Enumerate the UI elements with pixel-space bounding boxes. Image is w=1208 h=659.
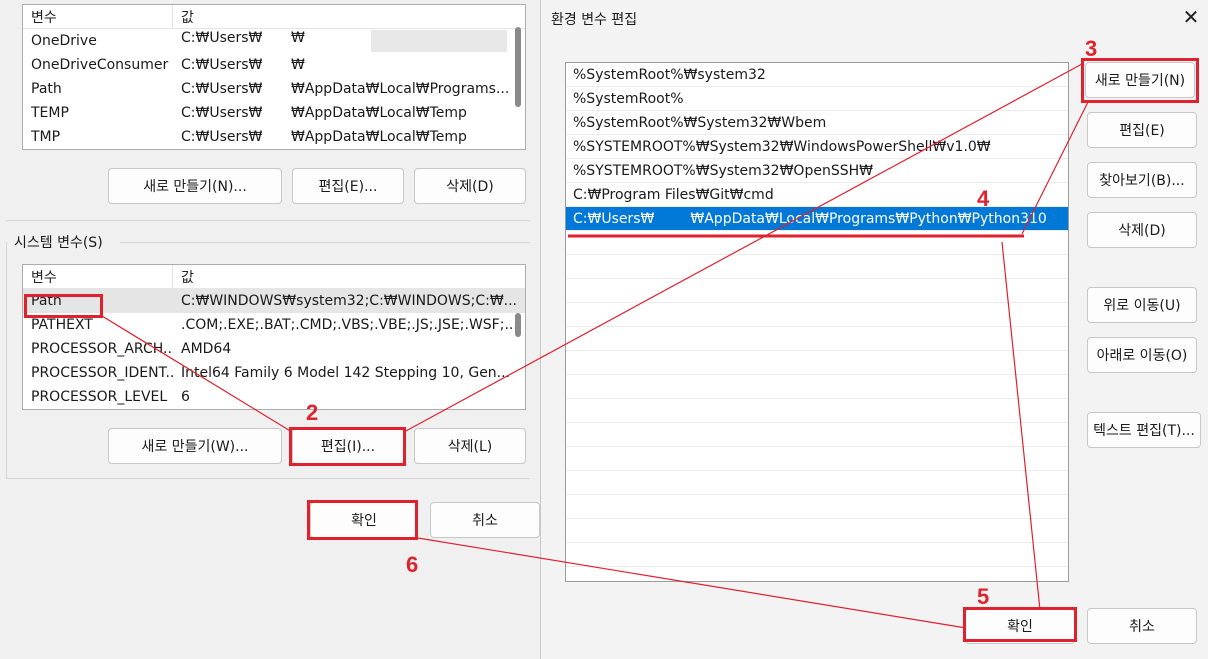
var-name: TEMP [31, 105, 69, 121]
scrollbar[interactable] [515, 27, 521, 107]
empty-row[interactable] [566, 399, 1068, 423]
table-row[interactable]: PROCESSOR_IDENT... Intel64 Family 6 Mode… [23, 361, 525, 385]
user-edit-button[interactable]: 편집(E)... [292, 168, 404, 204]
selected-list-item[interactable]: C:₩Users₩ ₩AppData₩Local₩Programs₩Python… [566, 207, 1068, 231]
system-delete-button[interactable]: 삭제(L) [414, 428, 526, 464]
var-value: Intel64 Family 6 Model 142 Stepping 10, … [181, 365, 511, 381]
list-item[interactable]: %SYSTEMROOT%₩System32₩OpenSSH₩ [566, 159, 1068, 183]
selected-path-prefix: C:₩Users₩ [573, 210, 655, 227]
system-new-button[interactable]: 새로 만들기(W)... [108, 428, 282, 464]
edit-text-button[interactable]: 텍스트 편집(T)... [1087, 412, 1201, 448]
var-value: .COM;.EXE;.BAT;.CMD;.VBS;.VBE;.JS;.JSE;.… [181, 317, 518, 333]
var-value-suffix: ₩AppData₩Local₩Temp [291, 129, 467, 145]
empty-row[interactable] [566, 519, 1068, 543]
annotation-number: 6 [406, 552, 419, 577]
var-name: TMP [31, 129, 61, 145]
empty-row[interactable] [566, 279, 1068, 303]
var-name: Path [31, 81, 62, 97]
cancel-button[interactable]: 취소 [1087, 608, 1197, 644]
empty-row[interactable] [566, 303, 1068, 327]
empty-row[interactable] [566, 495, 1068, 519]
empty-row[interactable] [566, 447, 1068, 471]
table-row[interactable]: TMP C:₩Users₩ ₩AppData₩Local₩Temp [23, 125, 525, 149]
environment-variables-dialog: 변수 값 OneDrive C:₩Users₩ ₩ OneDriveConsume… [0, 0, 540, 659]
redacted-bar [370, 30, 507, 52]
var-value: C:₩Users₩ [181, 57, 263, 73]
var-value-suffix: ₩ [291, 57, 305, 73]
list-item[interactable]: C:₩Program Files₩Git₩cmd [566, 183, 1068, 207]
group-divider [6, 220, 530, 221]
path-delete-button[interactable]: 삭제(D) [1087, 212, 1197, 248]
highlight-ok-button [307, 500, 418, 540]
var-name: OneDriveConsumer [31, 57, 169, 73]
column-header-name[interactable]: 변수 [23, 265, 173, 288]
path-list[interactable]: %SystemRoot%₩system32 %SystemRoot% %Syst… [565, 62, 1069, 582]
highlight-new-button [1081, 58, 1199, 103]
empty-row[interactable] [566, 471, 1068, 495]
user-new-button[interactable]: 새로 만들기(N)... [108, 168, 282, 204]
table-row[interactable]: TEMP C:₩Users₩ ₩AppData₩Local₩Temp [23, 101, 525, 125]
group-divider [120, 242, 530, 243]
annotation-number: 4 [977, 186, 990, 211]
table-row[interactable]: Path C:₩Users₩ ₩AppData₩Local₩Programs... [23, 77, 525, 101]
var-name: OneDrive [31, 33, 97, 49]
list-item[interactable]: %SystemRoot%₩System32₩Wbem [566, 111, 1068, 135]
path-edit-button[interactable]: 편집(E) [1087, 112, 1197, 148]
system-variables-list[interactable]: 변수 값 Path C:₩WINDOWS₩system32;C:₩WINDOWS… [22, 264, 526, 410]
table-row[interactable]: PROCESSOR_LEVEL 6 [23, 385, 525, 409]
column-header-value[interactable]: 값 [173, 7, 194, 27]
selected-path-suffix: ₩AppData₩Local₩Programs₩Python₩Python310 [690, 210, 1047, 227]
group-border [6, 242, 7, 478]
table-row[interactable]: OneDrive C:₩Users₩ ₩ [23, 29, 525, 53]
empty-row[interactable] [566, 423, 1068, 447]
dialog-title: 환경 변수 편집 [551, 12, 638, 28]
group-divider [6, 478, 530, 479]
path-browse-button[interactable]: 찾아보기(B)... [1087, 162, 1197, 198]
cancel-button[interactable]: 취소 [430, 502, 540, 538]
column-header-value[interactable]: 값 [173, 267, 194, 287]
highlight-ok-button-right [963, 607, 1077, 642]
close-icon[interactable]: ✕ [1180, 6, 1202, 28]
annotation-number: 3 [1085, 36, 1098, 61]
var-value: C:₩Users₩ [181, 105, 263, 121]
user-variables-list[interactable]: 변수 값 OneDrive C:₩Users₩ ₩ OneDriveConsume… [22, 4, 526, 150]
empty-row[interactable] [566, 375, 1068, 399]
var-value: C:₩Users₩ [181, 81, 263, 97]
empty-row[interactable] [566, 543, 1068, 567]
var-name: PROCESSOR_ARCH... [31, 341, 173, 357]
var-value: 6 [181, 389, 190, 405]
empty-row[interactable] [566, 231, 1068, 255]
var-value: C:₩Users₩ [181, 30, 263, 46]
list-item[interactable]: %SYSTEMROOT%₩System32₩WindowsPowerShell₩… [566, 135, 1068, 159]
highlight-edit-button [289, 427, 406, 466]
move-up-button[interactable]: 위로 이동(U) [1087, 287, 1197, 323]
list-item[interactable]: %SystemRoot%₩system32 [566, 63, 1068, 87]
var-value-suffix: ₩AppData₩Local₩Programs... [291, 81, 510, 97]
annotation-number: 5 [977, 584, 990, 609]
annotation-number: 2 [306, 400, 319, 425]
var-value: C:₩Users₩ [181, 129, 263, 145]
var-value: C:₩WINDOWS₩system32;C:₩WINDOWS;C:₩... [181, 293, 518, 309]
empty-row[interactable] [566, 255, 1068, 279]
list-header[interactable]: 변수 값 [23, 265, 525, 289]
var-value-suffix: ₩ [291, 30, 305, 46]
system-variables-title: 시스템 변수(S) [14, 232, 107, 252]
user-delete-button[interactable]: 삭제(D) [414, 168, 526, 204]
var-name: PROCESSOR_IDENT... [31, 365, 173, 381]
highlight-path-var [24, 294, 103, 318]
column-header-name[interactable]: 변수 [23, 5, 173, 28]
var-value-suffix: ₩AppData₩Local₩Temp [291, 105, 467, 121]
list-item[interactable]: %SystemRoot% [566, 87, 1068, 111]
list-header[interactable]: 변수 값 [23, 5, 525, 29]
var-value: AMD64 [181, 341, 232, 357]
var-name: PATHEXT [31, 317, 93, 333]
scrollbar[interactable] [515, 313, 521, 337]
move-down-button[interactable]: 아래로 이동(O) [1087, 337, 1197, 373]
var-name: PROCESSOR_LEVEL [31, 389, 168, 405]
table-row[interactable]: OneDriveConsumer C:₩Users₩ ₩ [23, 53, 525, 77]
empty-row[interactable] [566, 327, 1068, 351]
empty-row[interactable] [566, 351, 1068, 375]
table-row[interactable]: PROCESSOR_ARCH... AMD64 [23, 337, 525, 361]
